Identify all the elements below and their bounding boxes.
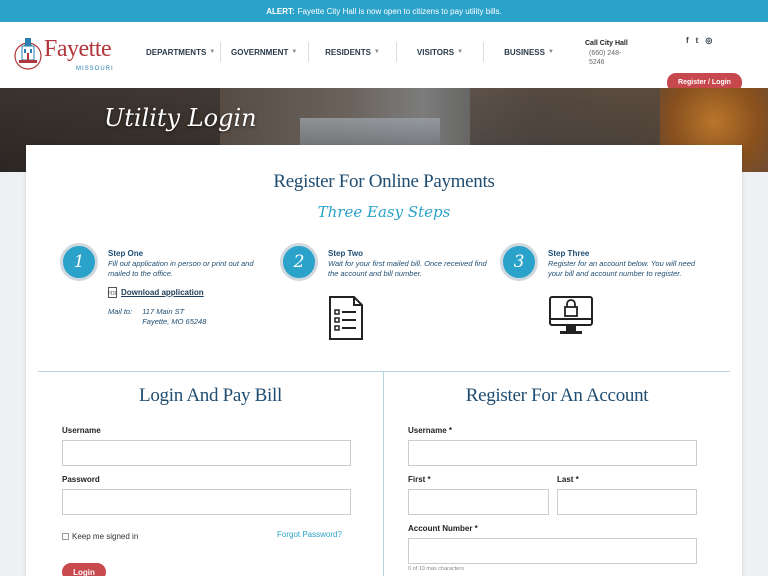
bill-document-icon	[329, 296, 363, 340]
alert-text: Fayette City Hall is now open to citizen…	[297, 6, 502, 16]
main-nav: DEPARTMENTS ▼ GOVERNMENT ▼ RESIDENTS ▼ VISI…	[136, 42, 574, 66]
facebook-icon[interactable]: f	[686, 36, 689, 45]
page-title: Utility Login	[104, 104, 257, 132]
checkbox-box[interactable]	[62, 533, 69, 540]
mail-line-2: Fayette, MO 65248	[142, 317, 207, 326]
checkbox-label: Keep me signed in	[72, 532, 139, 541]
social-links: f t ◎	[686, 36, 712, 45]
last-name-label: Last *	[557, 475, 579, 484]
step-description: Fill out application in person or print …	[108, 259, 254, 278]
keep-signed-in-checkbox[interactable]: Keep me signed in	[62, 532, 138, 541]
last-name-input[interactable]	[557, 489, 697, 515]
section-title: Register For Online Payments	[273, 171, 495, 192]
divider	[38, 371, 730, 372]
account-number-label: Account Number *	[408, 524, 478, 533]
first-name-input[interactable]	[408, 489, 549, 515]
mail-address: 117 Main ST Fayette, MO 65248	[142, 307, 206, 327]
city-hall-title: Call City Hall	[585, 40, 628, 47]
nav-visitors[interactable]: VISITORS ▼	[397, 42, 484, 62]
step-number: 2	[280, 243, 318, 281]
mail-line-1: 117 Main ST	[142, 307, 185, 316]
chevron-down-icon: ▼	[457, 49, 464, 55]
chevron-down-icon: ▼	[547, 49, 554, 55]
step-title: Step Two	[328, 249, 363, 258]
nav-business[interactable]: BUSINESS ▼	[484, 42, 574, 62]
step-number: 1	[60, 243, 98, 281]
chevron-down-icon: ▼	[209, 49, 216, 55]
alert-label: ALERT:	[266, 6, 295, 16]
secure-computer-icon	[549, 296, 593, 334]
nav-label: DEPARTMENTS	[146, 47, 207, 57]
account-number-input[interactable]	[408, 538, 697, 564]
register-username-input[interactable]	[408, 440, 697, 466]
instagram-icon[interactable]: ◎	[705, 36, 712, 45]
nav-departments[interactable]: DEPARTMENTS ▼	[136, 42, 221, 62]
call-city-hall[interactable]: Call City Hall (660) 248-5246	[585, 40, 645, 67]
nav-label: BUSINESS	[504, 47, 545, 57]
pdf-icon: PDF	[108, 287, 118, 298]
logo-wordmark: Fayette	[44, 36, 112, 62]
step-description: Wait for your first mailed bill. Once re…	[328, 259, 487, 278]
nav-residents[interactable]: RESIDENTS ▼	[309, 42, 397, 62]
nav-label: RESIDENTS	[325, 47, 371, 57]
download-link-text[interactable]: Download application	[121, 288, 204, 297]
password-label: Password	[62, 475, 100, 484]
forgot-password-link[interactable]: Forgot Password?	[277, 530, 342, 539]
password-input[interactable]	[62, 489, 351, 515]
step-description: Register for an account below. You will …	[548, 259, 696, 278]
step-title: Step Three	[548, 249, 590, 258]
logo-subtitle: MISSOURI	[76, 66, 114, 72]
mail-label: Mail to:	[108, 307, 133, 316]
alert-bar: ALERT: Fayette City Hall is now open to …	[0, 0, 768, 22]
nav-label: VISITORS	[416, 47, 455, 57]
download-application-link[interactable]: PDF Download application	[108, 287, 204, 298]
login-button[interactable]: Login	[62, 563, 106, 576]
courthouse-icon	[14, 38, 42, 70]
step-title: Step One	[108, 249, 144, 258]
first-name-label: First *	[408, 475, 431, 484]
username-label: Username	[62, 426, 101, 435]
chevron-down-icon: ▼	[373, 49, 380, 55]
twitter-icon[interactable]: t	[696, 36, 699, 45]
account-number-char-count: 0 of 10 max characters	[408, 566, 464, 572]
mailing-address: Mail to: 117 Main ST Fayette, MO 65248	[108, 307, 206, 327]
register-title: Register For An Account	[465, 385, 649, 406]
section-subtitle: Three Easy Steps	[317, 203, 451, 221]
login-title: Login And Pay Bill	[139, 385, 282, 406]
chevron-down-icon: ▼	[291, 49, 298, 55]
step-number: 3	[500, 243, 538, 281]
nav-label: GOVERNMENT	[231, 47, 289, 57]
nav-government[interactable]: GOVERNMENT ▼	[221, 42, 309, 62]
content-card: Register For Online Payments Three Easy …	[26, 145, 742, 576]
username-input[interactable]	[62, 440, 351, 466]
site-header: Fayette MISSOURI DEPARTMENTS ▼ GOVERNMENT…	[0, 22, 768, 92]
site-logo[interactable]: Fayette MISSOURI	[14, 34, 118, 78]
register-username-label: Username *	[408, 426, 453, 435]
city-hall-phone[interactable]: (660) 248-5246	[585, 49, 631, 67]
